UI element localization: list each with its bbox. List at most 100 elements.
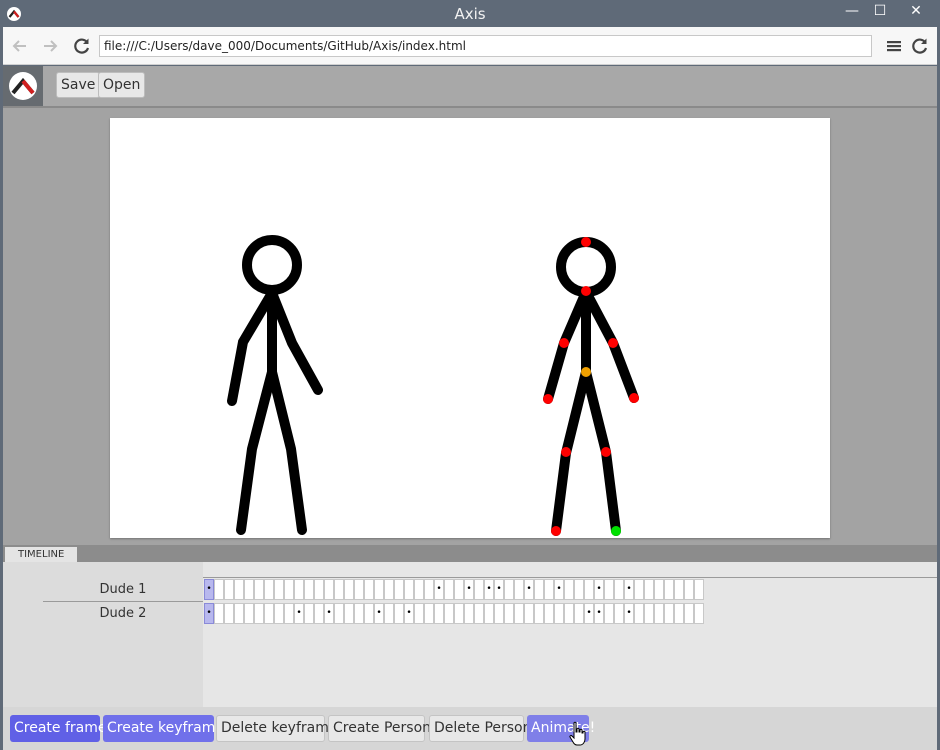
joint-handle[interactable]: [629, 393, 639, 403]
arrow-left-icon[interactable]: [9, 35, 31, 57]
timeline-frame-cell[interactable]: [474, 579, 484, 600]
timeline-frame-cell[interactable]: [464, 603, 474, 624]
close-button[interactable]: ✕: [894, 0, 938, 24]
timeline-frame-cell[interactable]: [424, 603, 434, 624]
figure-head[interactable]: [556, 237, 616, 297]
arrow-right-icon[interactable]: [39, 35, 61, 57]
timeline-frame-cell[interactable]: [614, 603, 624, 624]
timeline-frame-cell[interactable]: [274, 603, 284, 624]
create-frame-button[interactable]: Create frame: [10, 715, 106, 742]
timeline-frame-cell[interactable]: [664, 603, 674, 624]
timeline-frame-cell[interactable]: [654, 603, 664, 624]
timeline-frame-cell[interactable]: [644, 579, 654, 600]
timeline-frame-cell[interactable]: [374, 579, 384, 600]
timeline-frame-cell[interactable]: [534, 579, 544, 600]
timeline-frame-cell[interactable]: [354, 579, 364, 600]
track-label-dude-2[interactable]: Dude 2: [43, 602, 203, 626]
timeline-frame-cell[interactable]: [504, 603, 514, 624]
timeline-frame-cell[interactable]: [334, 603, 344, 624]
timeline-frame-cell[interactable]: [364, 603, 374, 624]
timeline-frame-cell[interactable]: [234, 603, 244, 624]
open-button[interactable]: Open: [98, 72, 146, 98]
timeline-frame-cell[interactable]: [264, 603, 274, 624]
hip-joint-handle[interactable]: [581, 367, 591, 377]
timeline-frame-cell[interactable]: [684, 603, 694, 624]
timeline-frame-cell[interactable]: [364, 579, 374, 600]
figure-right-arm[interactable]: [267, 288, 323, 395]
timeline-frame-cell[interactable]: [334, 579, 344, 600]
joint-handle[interactable]: [581, 286, 591, 296]
timeline-frame-cell[interactable]: •: [624, 603, 634, 624]
timeline-frame-cell[interactable]: [254, 579, 264, 600]
timeline-frame-cell[interactable]: [454, 603, 464, 624]
timeline-frame-cell[interactable]: [244, 579, 254, 600]
figure-right-leg[interactable]: [581, 367, 621, 536]
save-button[interactable]: Save: [56, 72, 101, 98]
timeline-frame-cell[interactable]: [574, 579, 584, 600]
timeline-frame-cell[interactable]: [414, 603, 424, 624]
timeline-frame-cell[interactable]: [514, 579, 524, 600]
timeline-frame-cell[interactable]: [244, 603, 254, 624]
maximize-button[interactable]: ☐: [866, 0, 894, 24]
timeline-frame-cell[interactable]: [614, 579, 624, 600]
timeline-frame-cell[interactable]: [274, 579, 284, 600]
tab-timeline[interactable]: TIMELINE: [5, 547, 78, 562]
timeline-frame-cell[interactable]: [604, 579, 614, 600]
timeline-frame-cell[interactable]: [434, 603, 444, 624]
stage-svg[interactable]: [110, 118, 830, 538]
timeline-frame-cell[interactable]: [524, 603, 534, 624]
timeline-frame-cell[interactable]: [264, 579, 274, 600]
timeline-frame-cell[interactable]: [634, 579, 644, 600]
timeline-frame-cell[interactable]: [534, 603, 544, 624]
timeline-frame-cell[interactable]: [474, 603, 484, 624]
timeline-frame-cell[interactable]: [344, 603, 354, 624]
timeline-frame-cell[interactable]: •: [204, 579, 214, 600]
timeline-frame-cell[interactable]: [444, 579, 454, 600]
joint-handle[interactable]: [543, 394, 553, 404]
timeline-frame-cell[interactable]: [214, 579, 224, 600]
timeline-frame-cell[interactable]: [404, 579, 414, 600]
timeline-frame-cell[interactable]: •: [484, 579, 494, 600]
joint-handle[interactable]: [559, 338, 569, 348]
stick-figure-dude-1[interactable]: [227, 235, 323, 535]
timeline-frame-cell[interactable]: [504, 579, 514, 600]
timeline-frame-cell[interactable]: •: [594, 603, 604, 624]
timeline-frame-cell[interactable]: [514, 603, 524, 624]
timeline-frame-cell[interactable]: [304, 603, 314, 624]
timeline-frame-cell[interactable]: [324, 579, 334, 600]
timeline-frame-cell[interactable]: [344, 579, 354, 600]
timeline-frame-cell[interactable]: •: [584, 603, 594, 624]
timeline-frame-cell[interactable]: [554, 603, 564, 624]
hamburger-menu-icon[interactable]: [883, 35, 905, 57]
timeline-frame-cell[interactable]: [414, 579, 424, 600]
timeline-frame-cell[interactable]: [384, 603, 394, 624]
root-joint-handle[interactable]: [611, 526, 621, 536]
joint-handle[interactable]: [551, 526, 561, 536]
timeline-frame-cell[interactable]: •: [294, 603, 304, 624]
timeline-frame-cell[interactable]: [684, 579, 694, 600]
timeline-frame-cell[interactable]: [224, 579, 234, 600]
joint-handle[interactable]: [561, 447, 571, 457]
timeline-frame-cell[interactable]: •: [624, 579, 634, 600]
timeline-frame-cell[interactable]: •: [324, 603, 334, 624]
timeline-frame-cell[interactable]: [674, 603, 684, 624]
timeline-frame-cell[interactable]: [574, 603, 584, 624]
timeline-frame-cell[interactable]: [674, 579, 684, 600]
timeline-frame-cell[interactable]: [304, 579, 314, 600]
figure-left-leg[interactable]: [236, 367, 277, 535]
minimize-button[interactable]: —: [838, 0, 866, 24]
timeline-frame-cell[interactable]: •: [464, 579, 474, 600]
stick-figure-dude-2[interactable]: [543, 237, 639, 536]
timeline-frame-cell[interactable]: [564, 603, 574, 624]
timeline-frame-cell[interactable]: [694, 603, 704, 624]
timeline-frame-cell[interactable]: •: [204, 603, 214, 624]
timeline-frame-cell[interactable]: [314, 579, 324, 600]
timeline-frame-cell[interactable]: •: [594, 579, 604, 600]
timeline-frame-cell[interactable]: [664, 579, 674, 600]
animation-canvas[interactable]: [110, 118, 830, 538]
timeline-frame-cell[interactable]: [544, 603, 554, 624]
timeline-frame-cell[interactable]: [254, 603, 264, 624]
timeline-frame-cell[interactable]: [284, 603, 294, 624]
timeline-frame-cell[interactable]: •: [404, 603, 414, 624]
timeline-frame-cell[interactable]: [394, 579, 404, 600]
